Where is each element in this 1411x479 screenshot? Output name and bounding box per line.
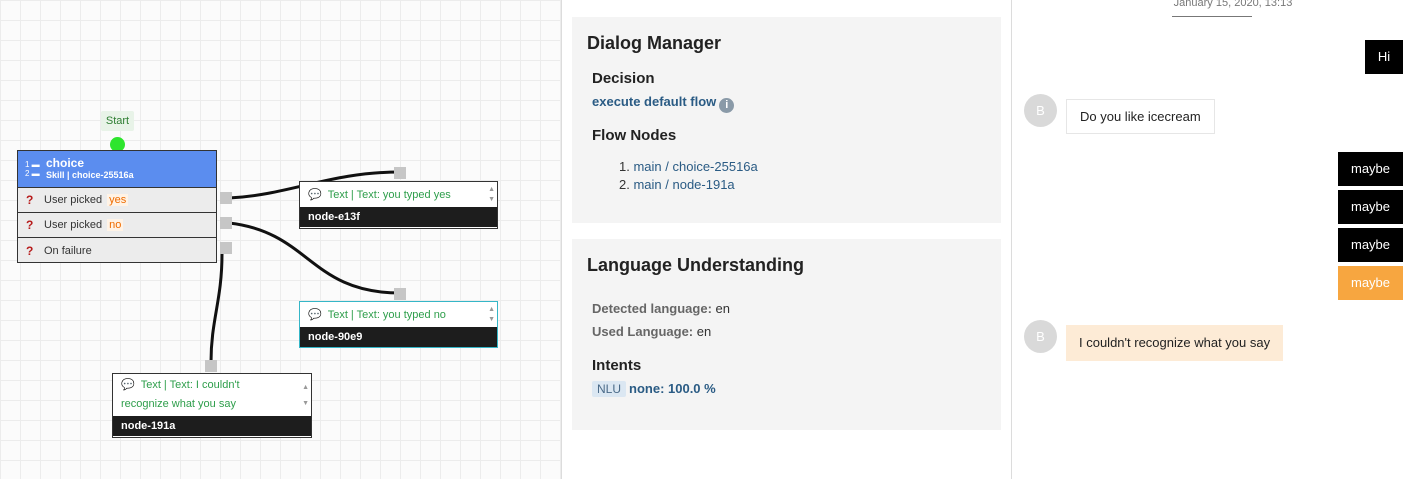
detected-language-label: Detected language: — [592, 301, 712, 316]
question-mark-icon: ? — [26, 193, 34, 207]
bot-avatar: B — [1024, 94, 1057, 127]
question-mark-icon: ? — [26, 243, 34, 258]
text-node-text-line2: recognize what you say — [121, 398, 236, 410]
transition-user-picked-no[interactable]: ? User picked no — [18, 213, 216, 238]
decision-heading: Decision — [592, 70, 655, 87]
skill-node-header: 1 ▬ 2 ▬ choice Skill | choice-25516a — [18, 151, 216, 188]
in-port-node-e13f[interactable] — [394, 167, 406, 179]
info-icon[interactable]: i — [719, 98, 735, 113]
out-port-failure[interactable] — [220, 242, 232, 254]
transition-on-failure[interactable]: ? On failure — [18, 238, 216, 263]
text-node-text: Text | Text: you typed no — [327, 309, 446, 321]
flow-node-item: 1. main / choice-25516a — [619, 159, 758, 174]
text-node-content: 💬 Text | Text: I couldn't recognize what … — [113, 374, 311, 416]
conversation-date: January 15, 2020, 13:13 — [1173, 0, 1293, 9]
intent-row: NLU none: 100.0 % — [592, 380, 716, 398]
out-port-yes[interactable] — [220, 192, 232, 204]
panel-title: Language Understanding — [587, 255, 805, 275]
flow-node-link[interactable]: main / choice-25516a — [633, 159, 757, 174]
text-node-name: node-191a — [113, 416, 311, 436]
used-language-label: Used Language: — [592, 324, 694, 339]
ordered-list-icon: 1 ▬ 2 ▬ — [25, 160, 40, 178]
user-message: Hi — [1365, 40, 1403, 74]
link-failure-to-node-191a — [209, 253, 224, 363]
text-node-name: node-90e9 — [300, 327, 497, 347]
user-message: maybe — [1338, 190, 1403, 224]
comment-icon: 💬 — [121, 379, 135, 391]
skill-node-subtitle: Skill | choice-25516a — [46, 170, 134, 180]
detected-language-value: en — [715, 301, 731, 316]
flow-node-link[interactable]: main / node-191a — [633, 177, 734, 192]
out-port-no[interactable] — [220, 217, 232, 229]
decision-row: execute default flow i — [592, 93, 735, 113]
bot-message: Do you like icecream — [1066, 99, 1215, 134]
user-message: maybe — [1338, 228, 1403, 262]
skill-node-choice[interactable]: 1 ▬ 2 ▬ choice Skill | choice-25516a ? Us… — [17, 150, 217, 263]
skill-node-title: choice — [46, 156, 85, 170]
flow-canvas[interactable]: Start 1 ▬ 2 ▬ choice Skill | choice-25516… — [0, 0, 562, 479]
text-node-191a[interactable]: 💬 Text | Text: I couldn't recognize what … — [112, 373, 312, 438]
text-node-90e9[interactable]: 💬 Text | Text: you typed no ▲ ▼ node-90e9 — [299, 301, 498, 348]
scroll-arrows-icon[interactable]: ▲ ▼ — [488, 305, 495, 325]
transition-label: User picked — [44, 219, 103, 231]
text-node-content: 💬 Text | Text: you typed no ▲ ▼ — [300, 302, 497, 327]
comment-icon: 💬 — [308, 309, 322, 321]
text-node-name: node-e13f — [300, 207, 497, 227]
in-port-node-191a[interactable] — [205, 360, 217, 372]
in-port-node-90e9[interactable] — [394, 288, 406, 300]
intents-heading: Intents — [592, 357, 642, 374]
text-node-text-line1: Text | Text: I couldn't — [140, 379, 240, 391]
comment-icon: 💬 — [308, 189, 322, 201]
chat-emulator: January 15, 2020, 13:13 Hi B Do you like… — [1011, 0, 1411, 479]
transition-label: On failure — [44, 244, 92, 257]
decision-value[interactable]: execute default flow — [592, 94, 716, 109]
flow-node-item: 2. main / node-191a — [619, 177, 735, 192]
scroll-arrows-icon[interactable]: ▲ ▼ — [488, 185, 495, 205]
transition-condition: yes — [107, 194, 129, 206]
transition-label: User picked — [44, 194, 103, 206]
user-message-highlighted: maybe — [1338, 266, 1403, 300]
transition-condition: no — [107, 219, 124, 231]
text-node-text: Text | Text: you typed yes — [327, 189, 451, 201]
text-node-content: 💬 Text | Text: you typed yes ▲ ▼ — [300, 182, 497, 207]
used-language-row: Used Language: en — [592, 320, 730, 343]
flow-nodes-list: 1. main / choice-25516a 2. main / node-1… — [619, 158, 758, 194]
bot-error-message: I couldn't recognize what you say — [1066, 325, 1284, 361]
botpress-debugger-screen: Start 1 ▬ 2 ▬ choice Skill | choice-25516… — [0, 0, 1411, 479]
transition-user-picked-yes[interactable]: ? User picked yes — [18, 188, 216, 213]
language-info: Detected language: en Used Language: en — [592, 297, 730, 343]
start-label: Start — [101, 111, 134, 131]
nlu-tag: NLU — [592, 381, 627, 397]
question-mark-icon: ? — [26, 218, 34, 232]
text-node-e13f[interactable]: 💬 Text | Text: you typed yes ▲ ▼ node-e13f — [299, 181, 498, 229]
scroll-arrows-icon[interactable]: ▲ ▼ — [302, 380, 309, 412]
bot-avatar: B — [1024, 320, 1057, 353]
language-understanding-panel: Language Understanding Detected language… — [572, 239, 1001, 430]
date-divider — [1172, 16, 1252, 17]
link-no-to-node-90e9 — [228, 221, 401, 295]
detected-language-row: Detected language: en — [592, 297, 730, 320]
used-language-value: en — [696, 324, 712, 339]
flow-nodes-heading: Flow Nodes — [592, 127, 677, 144]
panel-title: Dialog Manager — [587, 33, 722, 53]
intent-value: none: 100.0 % — [629, 381, 716, 396]
user-message: maybe — [1338, 152, 1403, 186]
dialog-manager-panel: Dialog Manager Decision execute default … — [572, 17, 1001, 223]
